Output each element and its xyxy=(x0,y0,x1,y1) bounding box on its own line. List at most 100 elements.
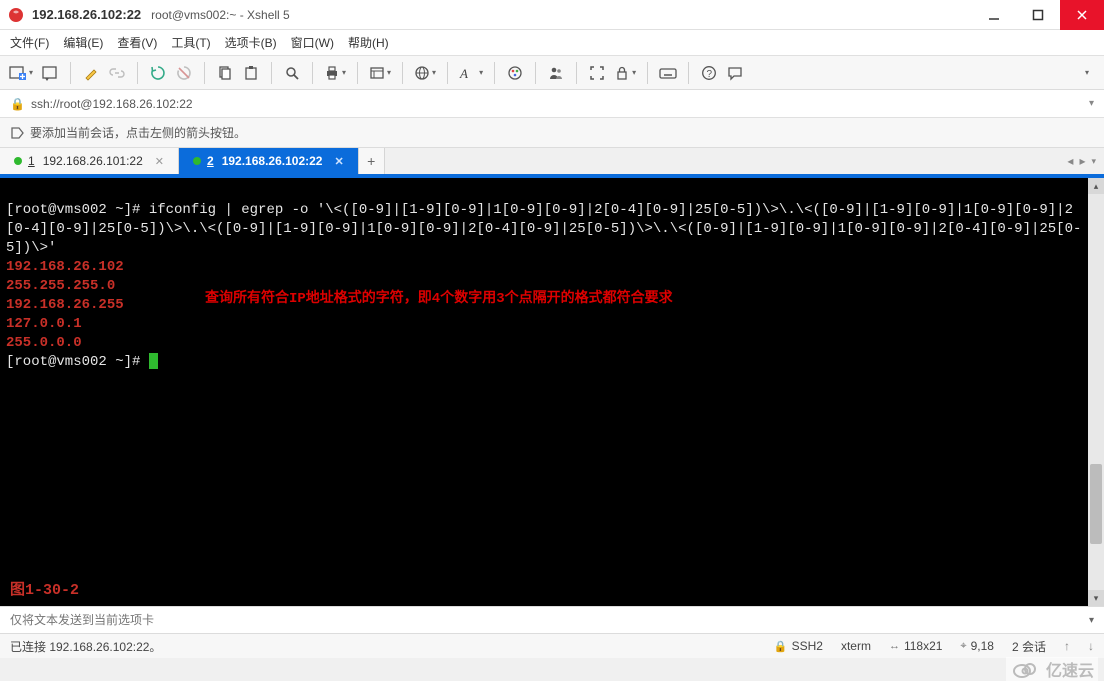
font-icon[interactable]: A▾ xyxy=(456,60,486,86)
status-dot-icon xyxy=(193,157,201,165)
copy-icon[interactable] xyxy=(213,60,237,86)
output-line: 127.0.0.1 xyxy=(6,316,82,332)
status-connected: 已连接 192.168.26.102:22。 xyxy=(10,638,161,655)
disconnect-icon[interactable] xyxy=(172,60,196,86)
window-title-ip: 192.168.26.102:22 xyxy=(32,7,141,22)
tab-prev-icon[interactable]: ◂ xyxy=(1067,154,1073,168)
prompt: [root@vms002 ~]# xyxy=(6,354,149,370)
scroll-up-icon[interactable]: ▴ xyxy=(1088,178,1104,194)
close-button[interactable] xyxy=(1060,0,1104,30)
command-text: ifconfig | egrep -o '\<([0-9]|[1-9][0-9]… xyxy=(6,202,1081,256)
fullscreen-icon[interactable] xyxy=(585,60,609,86)
link-icon[interactable] xyxy=(105,60,129,86)
address-bar[interactable]: 🔒 ssh://root@192.168.26.102:22 ▾ xyxy=(0,90,1104,118)
menu-edit[interactable]: 编辑(E) xyxy=(63,34,103,51)
keyboard-icon[interactable] xyxy=(656,60,680,86)
status-up-icon[interactable]: ↑ xyxy=(1064,639,1070,653)
tab-close-icon[interactable]: ✕ xyxy=(155,155,164,168)
terminal-cursor xyxy=(149,353,158,369)
window-controls xyxy=(972,0,1104,30)
properties-icon[interactable]: ▾ xyxy=(366,60,394,86)
open-session-icon[interactable] xyxy=(38,60,62,86)
scroll-thumb[interactable] xyxy=(1090,464,1102,544)
send-mode-dropdown[interactable]: ▾ xyxy=(1089,615,1094,626)
paste-icon[interactable] xyxy=(239,60,263,86)
status-dot-icon xyxy=(14,157,22,165)
scroll-track[interactable] xyxy=(1088,194,1104,590)
hint-text: 要添加当前会话，点击左侧的箭头按钮。 xyxy=(30,124,246,141)
tab-label: 192.168.26.102:22 xyxy=(222,154,323,168)
status-sessions: 2 会话 xyxy=(1012,638,1046,655)
highlight-icon[interactable] xyxy=(79,60,103,86)
tab-strip: 1 192.168.26.101:22 ✕ 2 192.168.26.102:2… xyxy=(0,148,1104,178)
toolbar-separator xyxy=(204,62,205,84)
scroll-down-icon[interactable]: ▾ xyxy=(1088,590,1104,606)
output-line: 255.0.0.0 xyxy=(6,335,82,351)
tab-add-button[interactable]: + xyxy=(359,148,385,174)
lock-icon[interactable]: ▾ xyxy=(611,60,639,86)
lock-status-icon: 🔒 xyxy=(774,640,788,653)
new-session-icon[interactable]: ▾ xyxy=(6,60,36,86)
svg-text:?: ? xyxy=(707,69,713,80)
terminal-scrollbar[interactable]: ▴ ▾ xyxy=(1088,178,1104,606)
toolbar-separator xyxy=(647,62,648,84)
cloud-icon xyxy=(1010,659,1040,679)
titlebar: 192.168.26.102:22 root@vms002:~ - Xshell… xyxy=(0,0,1104,30)
menu-tools[interactable]: 工具(T) xyxy=(171,34,210,51)
tab-label: 192.168.26.101:22 xyxy=(43,154,143,168)
address-url: ssh://root@192.168.26.102:22 xyxy=(31,97,193,111)
window-subtitle: root@vms002:~ - Xshell 5 xyxy=(151,8,290,22)
chat-icon[interactable] xyxy=(723,60,747,86)
find-icon[interactable] xyxy=(280,60,304,86)
toolbar-separator xyxy=(271,62,272,84)
send-input[interactable] xyxy=(10,613,1083,627)
output-line: 192.168.26.102 xyxy=(6,259,124,275)
tab-number: 1 xyxy=(28,154,35,168)
status-cursor: ⌖9,18 xyxy=(960,639,994,653)
status-size: ↔118x21 xyxy=(889,639,942,653)
watermark-text: 亿速云 xyxy=(1046,657,1094,681)
resize-icon: ↔ xyxy=(889,640,900,652)
tab-number: 2 xyxy=(207,154,214,168)
tab-session-2[interactable]: 2 192.168.26.102:22 ✕ xyxy=(179,148,359,174)
prompt: [root@vms002 ~]# xyxy=(6,202,149,218)
send-bar: ▾ xyxy=(0,606,1104,634)
app-icon xyxy=(8,7,24,23)
users-icon[interactable] xyxy=(544,60,568,86)
toolbar-separator xyxy=(137,62,138,84)
menu-window[interactable]: 窗口(W) xyxy=(291,34,334,51)
toolbar-separator xyxy=(402,62,403,84)
toolbar-separator xyxy=(535,62,536,84)
output-line: 192.168.26.255 xyxy=(6,297,124,313)
globe-icon[interactable]: ▾ xyxy=(411,60,439,86)
menu-help[interactable]: 帮助(H) xyxy=(348,34,389,51)
tab-list-icon[interactable]: ▾ xyxy=(1091,156,1096,167)
status-proto: 🔒SSH2 xyxy=(774,639,823,653)
hint-bar: 要添加当前会话，点击左侧的箭头按钮。 xyxy=(0,118,1104,148)
help-icon[interactable]: ? xyxy=(697,60,721,86)
menu-file[interactable]: 文件(F) xyxy=(10,34,49,51)
svg-text:A: A xyxy=(459,66,468,81)
tab-next-icon[interactable]: ▸ xyxy=(1079,154,1085,168)
tab-close-icon[interactable]: ✕ xyxy=(334,155,343,168)
menu-tabs[interactable]: 选项卡(B) xyxy=(225,34,277,51)
tab-session-1[interactable]: 1 192.168.26.101:22 ✕ xyxy=(0,148,179,174)
minimize-button[interactable] xyxy=(972,0,1016,30)
bookmark-arrow-icon[interactable] xyxy=(10,126,24,140)
print-icon[interactable]: ▾ xyxy=(321,60,349,86)
color-scheme-icon[interactable] xyxy=(503,60,527,86)
menu-view[interactable]: 查看(V) xyxy=(117,34,157,51)
maximize-button[interactable] xyxy=(1016,0,1060,30)
toolbar-separator xyxy=(494,62,495,84)
toolbar-separator xyxy=(357,62,358,84)
toolbar-overflow-icon[interactable]: ▾ xyxy=(1074,60,1098,86)
terminal-area: [root@vms002 ~]# ifconfig | egrep -o '\<… xyxy=(0,178,1104,606)
output-line: 255.255.255.0 xyxy=(6,278,115,294)
terminal[interactable]: [root@vms002 ~]# ifconfig | egrep -o '\<… xyxy=(0,178,1088,606)
reconnect-icon[interactable] xyxy=(146,60,170,86)
toolbar-separator xyxy=(312,62,313,84)
address-overflow[interactable]: ▾ xyxy=(1089,98,1094,109)
toolbar-separator xyxy=(576,62,577,84)
status-down-icon[interactable]: ↓ xyxy=(1088,639,1094,653)
figure-label: 图1-30-2 xyxy=(10,581,79,600)
